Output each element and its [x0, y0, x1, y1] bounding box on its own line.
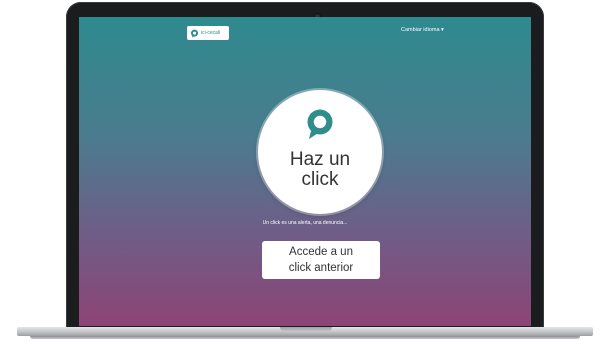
- haz-un-click-button[interactable]: Haz un click: [258, 90, 382, 214]
- haz-un-click-label: Haz un click: [258, 150, 382, 190]
- speech-bubble-icon: [307, 109, 333, 139]
- tagline: Un click es una alerta, una denuncia...: [262, 220, 348, 226]
- laptop-notch: [280, 327, 332, 332]
- language-dropdown[interactable]: Cambiar idioma ▾: [401, 27, 444, 33]
- app-screen: ici-cecali Cambiar idioma ▾ Haz un click…: [79, 17, 531, 326]
- site-logo[interactable]: ici-cecali: [187, 26, 229, 40]
- previous-click-line1: Accede a un: [289, 246, 353, 258]
- logo-text: ici-cecali: [201, 30, 221, 36]
- previous-click-button[interactable]: Accede a un click anterior: [262, 241, 380, 279]
- haz-un-click-line1: Haz un: [289, 149, 351, 170]
- speech-bubble-logo-icon: [190, 29, 199, 38]
- haz-un-click-line2: click: [301, 169, 339, 190]
- laptop-base-lip: [30, 336, 580, 339]
- previous-click-line2: click anterior: [288, 262, 354, 274]
